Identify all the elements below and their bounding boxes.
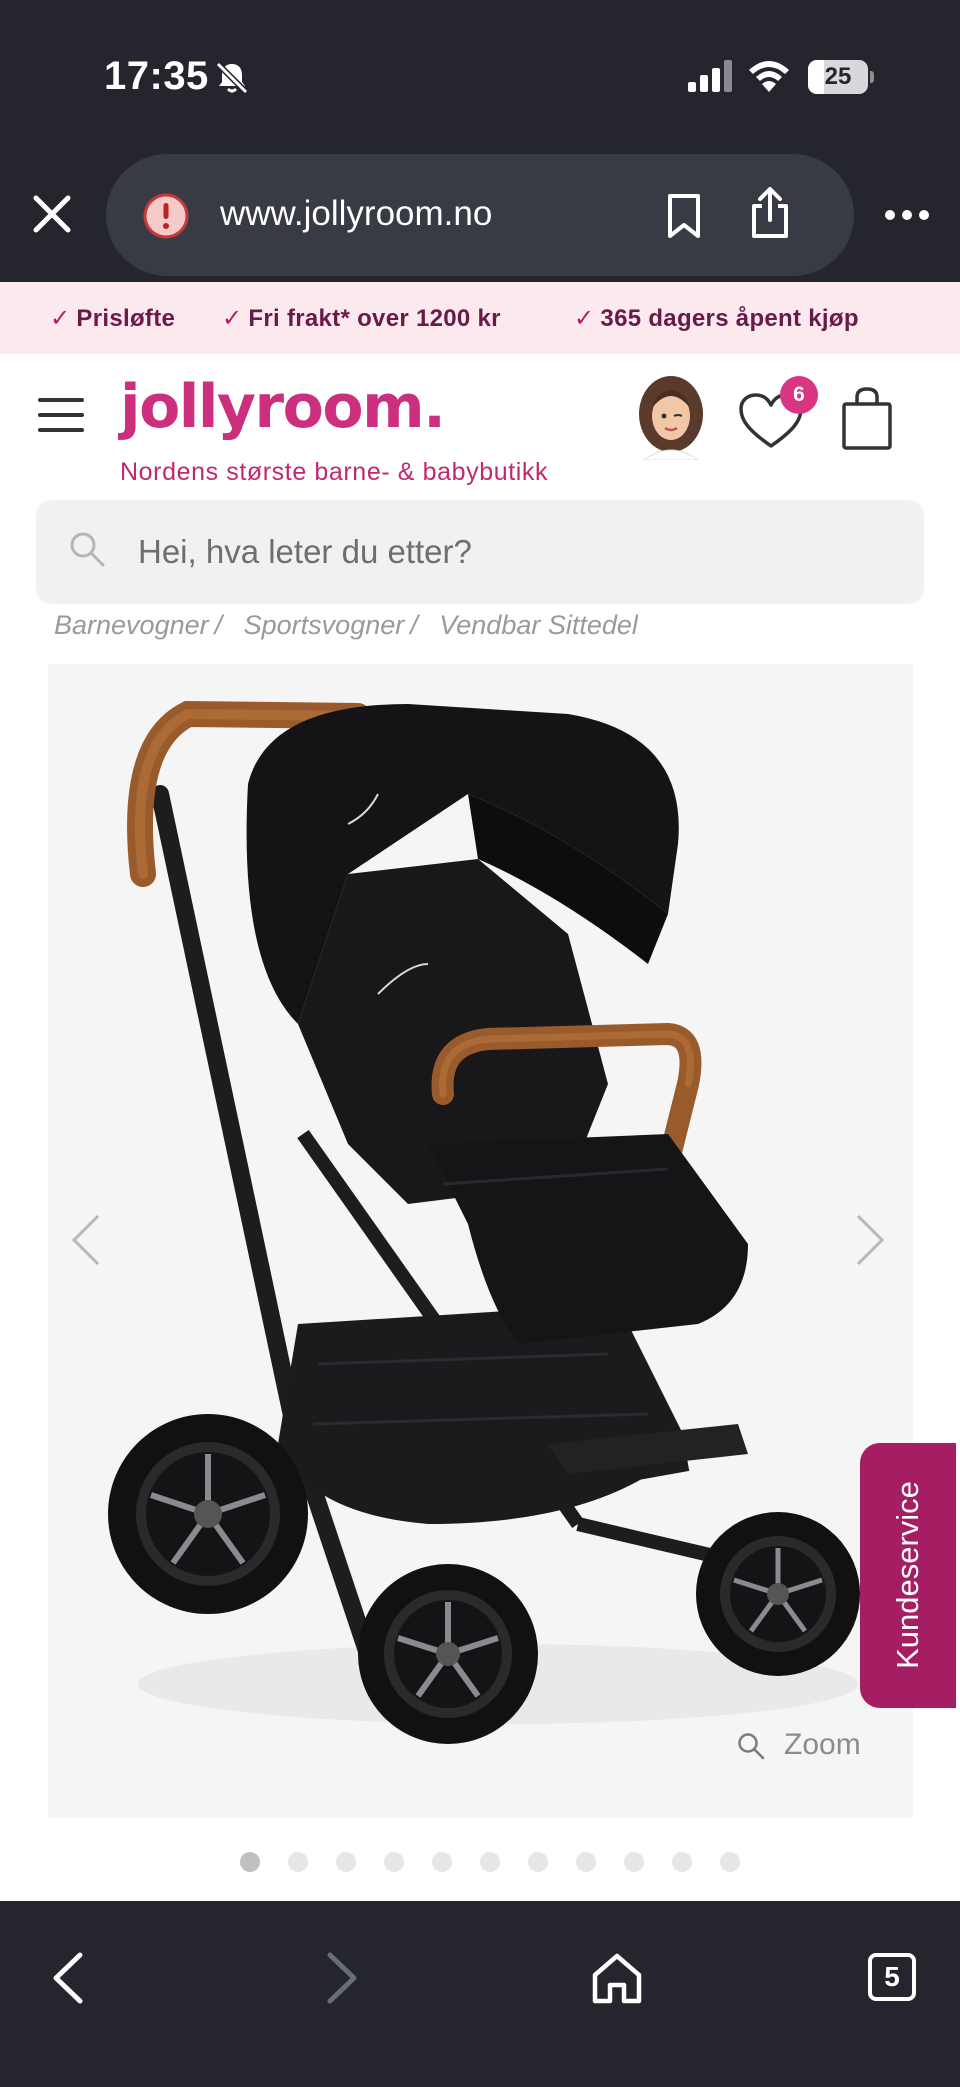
- bag-icon[interactable]: [840, 386, 894, 452]
- carousel-dots: [240, 1852, 740, 1874]
- logo[interactable]: jollyroom.: [120, 372, 446, 442]
- warning-icon[interactable]: [142, 192, 190, 240]
- close-icon[interactable]: [30, 192, 74, 236]
- carousel-dot[interactable]: [432, 1852, 452, 1872]
- customer-service-label: Kundeservice: [890, 1481, 925, 1669]
- address-bar[interactable]: www.jollyroom.no: [106, 154, 854, 276]
- url-text[interactable]: www.jollyroom.no: [220, 194, 492, 234]
- breadcrumb: Barnevogner / Sportsvogner / Vendbar Sitte…: [54, 610, 638, 640]
- carousel-dot[interactable]: [672, 1852, 692, 1872]
- wifi-icon: [749, 61, 789, 92]
- search-input[interactable]: [138, 522, 898, 582]
- more-icon[interactable]: [884, 208, 930, 222]
- usp-strip: ✓ Prisløfte ✓ Fri frakt* over 1200 kr ✓ 365…: [0, 282, 960, 354]
- carousel-dot[interactable]: [720, 1852, 740, 1872]
- check-icon: ✓: [574, 305, 595, 332]
- product-image[interactable]: [48, 664, 913, 1818]
- chevron-left-icon[interactable]: [68, 1212, 102, 1268]
- usp-item: ✓ Prisløfte: [50, 305, 176, 332]
- zoom-button[interactable]: Zoom: [736, 1728, 861, 1762]
- search-bar[interactable]: [36, 500, 924, 604]
- status-bar: 17:35 25: [0, 0, 960, 150]
- usp-item: ✓ 365 dagers åpent kjøp: [574, 305, 859, 332]
- signal-icon: [688, 60, 732, 92]
- forward-icon[interactable]: [322, 1951, 362, 2005]
- carousel-dot[interactable]: [384, 1852, 404, 1872]
- carousel-dot[interactable]: [240, 1852, 260, 1872]
- carousel-dot[interactable]: [528, 1852, 548, 1872]
- back-icon[interactable]: [48, 1951, 88, 2005]
- breadcrumb-item[interactable]: Barnevogner: [54, 610, 209, 640]
- zoom-label: Zoom: [784, 1728, 861, 1761]
- chevron-right-icon[interactable]: [854, 1212, 888, 1268]
- breadcrumb-item[interactable]: Vendbar Sittedel: [439, 610, 638, 640]
- carousel-dot[interactable]: [336, 1852, 356, 1872]
- browser-toolbar: www.jollyroom.no: [0, 150, 960, 282]
- tabs-button[interactable]: 5: [868, 1953, 916, 2001]
- carousel-dot[interactable]: [480, 1852, 500, 1872]
- tagline: Nordens største barne- & babybutikk: [120, 458, 549, 486]
- battery-level: 25: [824, 63, 852, 90]
- wishlist-badge: 6: [780, 376, 818, 414]
- bookmark-icon[interactable]: [664, 192, 704, 240]
- search-icon: [70, 532, 105, 567]
- carousel-dot[interactable]: [624, 1852, 644, 1872]
- breadcrumb-item[interactable]: Sportsvogner: [244, 610, 405, 640]
- share-icon[interactable]: [748, 186, 792, 240]
- home-icon[interactable]: [590, 1951, 644, 2005]
- battery-indicator: 25: [808, 60, 874, 94]
- browser-bottom-bar: 5: [0, 1901, 960, 2087]
- bell-slash-icon: [215, 61, 249, 95]
- zoom-icon: [738, 1733, 765, 1760]
- menu-icon[interactable]: [38, 398, 84, 432]
- usp-item: ✓ Fri frakt* over 1200 kr: [222, 305, 501, 332]
- customer-service-tab[interactable]: Kundeservice: [860, 1443, 956, 1708]
- carousel-dot[interactable]: [576, 1852, 596, 1872]
- status-time: 17:35: [104, 54, 209, 98]
- check-icon: ✓: [50, 305, 71, 332]
- check-icon: ✓: [222, 305, 243, 332]
- product-gallery[interactable]: Zoom: [48, 664, 913, 1818]
- carousel-dot[interactable]: [288, 1852, 308, 1872]
- avatar[interactable]: [636, 374, 706, 460]
